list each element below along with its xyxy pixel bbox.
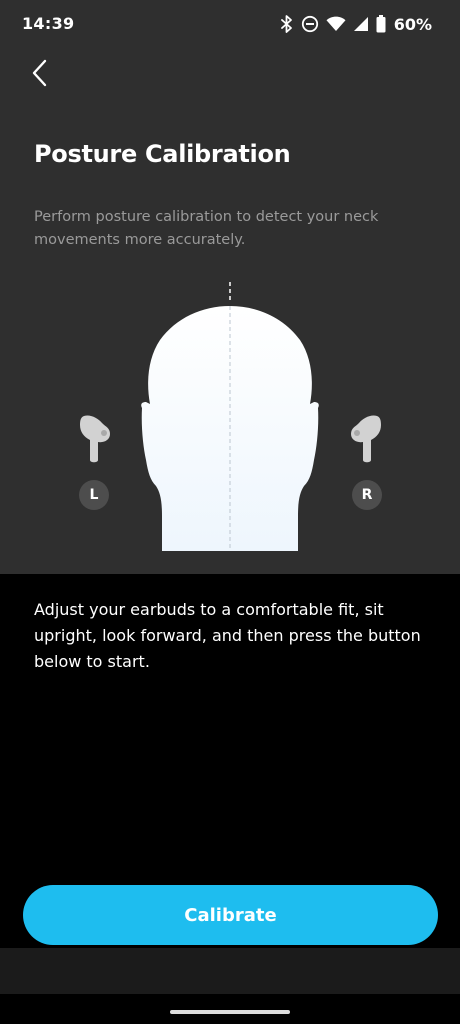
bluetooth-icon — [280, 15, 294, 33]
page-title: Posture Calibration — [34, 140, 291, 168]
left-earbud-icon — [78, 412, 112, 468]
status-time: 14:39 — [22, 14, 75, 33]
signal-icon — [353, 16, 369, 32]
bottom-strip — [0, 948, 460, 994]
head-silhouette — [141, 282, 319, 551]
back-button[interactable] — [22, 58, 56, 92]
calibrate-button[interactable]: Calibrate — [23, 885, 438, 945]
status-icons: 60% — [280, 13, 432, 35]
navigation-handle[interactable] — [170, 1010, 290, 1014]
instructions-text: Adjust your earbuds to a comfortable fit… — [34, 600, 421, 671]
status-bar: 14:39 60% — [0, 0, 460, 50]
battery-percentage: 60% — [393, 14, 432, 34]
do-not-disturb-icon — [301, 15, 319, 33]
right-earbud-icon — [349, 412, 383, 468]
left-ear-badge: L — [79, 480, 109, 510]
screen: 14:39 60% Posture Calibration Perform po… — [0, 0, 460, 1024]
page-description: Perform posture calibration to detect yo… — [34, 209, 379, 248]
head-illustration: L R — [0, 280, 460, 574]
battery-icon — [376, 15, 386, 33]
wifi-icon — [326, 16, 346, 32]
right-ear-badge: R — [352, 480, 382, 510]
chevron-left-icon — [30, 58, 48, 92]
